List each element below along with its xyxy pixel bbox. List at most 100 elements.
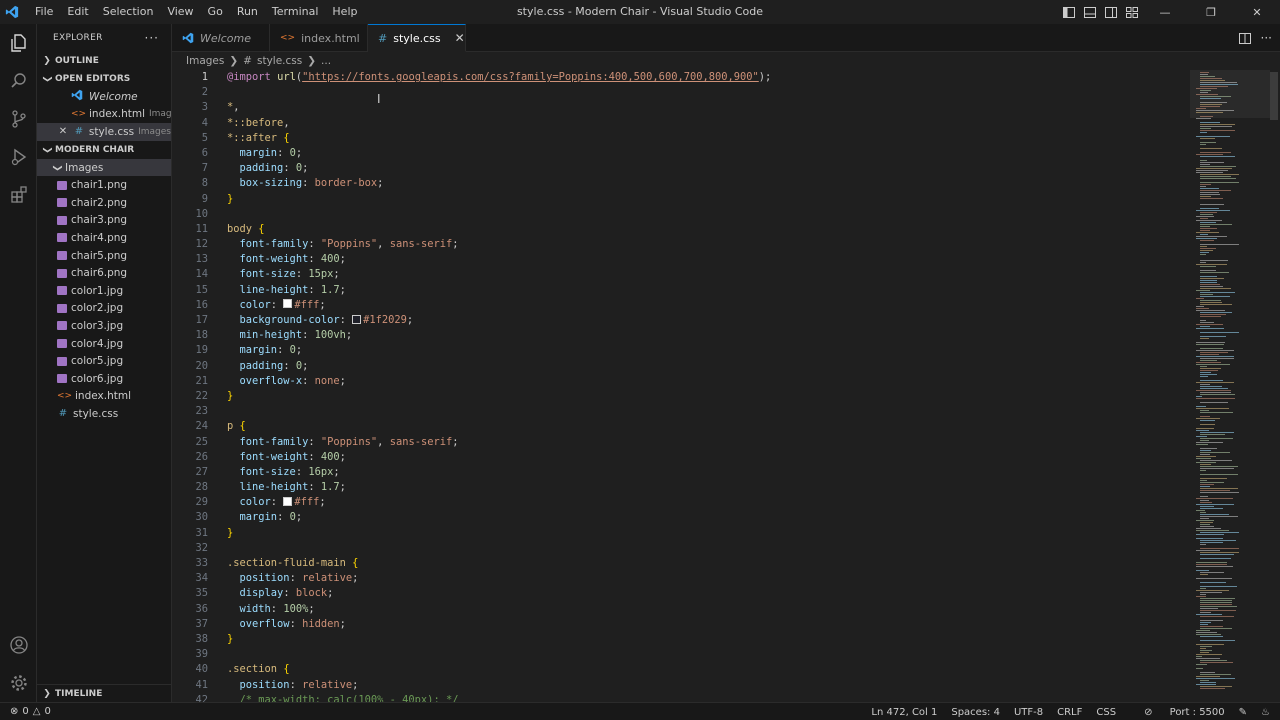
close-icon[interactable]: ✕ [57, 126, 69, 137]
folder-images[interactable]: ❯ Images [37, 158, 171, 177]
image-file-icon [57, 268, 67, 278]
editor-scrollbar[interactable] [1268, 70, 1280, 702]
menu-edit[interactable]: Edit [60, 0, 95, 24]
file-item[interactable]: chair1.png [37, 176, 171, 194]
breadcrumb-folder[interactable]: Images [186, 55, 224, 67]
manage-gear-icon[interactable] [0, 664, 37, 702]
color-swatch[interactable] [283, 496, 293, 506]
code-line: 33 .section-fluid-main { [195, 557, 359, 569]
toggle-primary-sidebar-icon[interactable] [1058, 0, 1079, 24]
live-server-port[interactable]: ⊘ Port : 5500 [1130, 707, 1225, 718]
run-debug-icon[interactable] [0, 138, 37, 176]
file-item[interactable]: color2.jpg [37, 300, 171, 318]
minimize-icon[interactable]: — [1142, 0, 1188, 24]
encoding[interactable]: UTF-8 [1014, 707, 1043, 718]
outline-section[interactable]: ❯ OUTLINE [37, 52, 171, 70]
menu-help[interactable]: Help [325, 0, 364, 24]
toggle-panel-icon[interactable] [1079, 0, 1100, 24]
tab-welcome[interactable]: Welcome [172, 24, 270, 52]
image-file-icon [57, 321, 67, 331]
minimap[interactable] [1190, 70, 1270, 702]
image-file-icon [57, 286, 67, 296]
code-line: 3 *, [201, 101, 240, 114]
project-section[interactable]: ❯ MODERN CHAIR [37, 141, 171, 159]
menu-bar: File Edit Selection View Go Run Terminal… [28, 0, 364, 24]
problems-indicator[interactable]: ⊗ 0 △ 0 [0, 706, 51, 717]
code-line: 39 [195, 648, 208, 661]
css-file-icon: # [243, 55, 252, 67]
cursor-position[interactable]: Ln 472, Col 1 [871, 707, 937, 718]
more-actions-icon[interactable]: ··· [145, 31, 159, 45]
image-file-icon [57, 374, 67, 384]
image-file-icon [57, 251, 67, 261]
project-label: MODERN CHAIR [55, 144, 135, 155]
tab-style-css[interactable]: # style.css ✕ [368, 24, 466, 52]
more-actions-icon[interactable]: ··· [1261, 31, 1272, 45]
toggle-secondary-sidebar-icon[interactable] [1100, 0, 1121, 24]
menu-file[interactable]: File [28, 0, 60, 24]
file-item[interactable]: color1.jpg [37, 282, 171, 300]
timeline-section[interactable]: ❯ TIMELINE [37, 684, 172, 702]
open-editor-label: style.css [88, 125, 135, 138]
open-editor-label: index.html [89, 108, 145, 121]
file-item[interactable]: chair6.png [37, 264, 171, 282]
menu-go[interactable]: Go [201, 0, 230, 24]
customize-layout-icon[interactable] [1121, 0, 1142, 24]
file-item[interactable]: chair5.png [37, 247, 171, 265]
open-editor-index-html[interactable]: <> index.html Images [37, 106, 171, 124]
color-swatch[interactable] [283, 299, 293, 309]
line-endings[interactable]: CRLF [1057, 707, 1082, 718]
restore-icon[interactable]: ❐ [1188, 0, 1234, 24]
chevron-down-icon: ❯ [42, 75, 52, 83]
file-item[interactable]: color4.jpg [37, 335, 171, 353]
file-label: color1.jpg [71, 284, 124, 297]
explorer-icon[interactable] [0, 24, 37, 62]
code-editor[interactable]: 1 @import url("https://fonts.googleapis.c… [172, 70, 1280, 702]
breadcrumb-symbol[interactable]: ... [321, 55, 331, 67]
accounts-status-icon[interactable]: ✎ [1239, 707, 1247, 718]
notifications-bell-icon[interactable]: ♨ [1261, 707, 1270, 718]
open-editor-style-css[interactable]: ✕ # style.css Images [37, 123, 171, 141]
language-mode[interactable]: CSS [1096, 707, 1116, 718]
file-item[interactable]: chair2.png [37, 194, 171, 212]
css-file-icon: # [378, 31, 388, 45]
file-label: chair1.png [71, 179, 128, 192]
tab-index-html[interactable]: <> index.html [270, 24, 368, 52]
source-control-icon[interactable] [0, 100, 37, 138]
file-item[interactable]: # style.css [37, 405, 171, 423]
color-swatch[interactable] [352, 314, 362, 324]
accounts-icon[interactable] [0, 626, 37, 664]
activity-bar-bottom [0, 626, 37, 702]
warning-count: 0 [44, 706, 51, 717]
menu-terminal[interactable]: Terminal [265, 0, 326, 24]
close-icon[interactable]: ✕ [455, 31, 465, 45]
indentation[interactable]: Spaces: 4 [951, 707, 1000, 718]
editor-tabs: Welcome <> index.html # style.css ✕ ··· [172, 24, 1280, 52]
status-bar: ⊗ 0 △ 0 Ln 472, Col 1 Spaces: 4 UTF-8 CR… [0, 702, 1280, 720]
menu-run[interactable]: Run [230, 0, 265, 24]
file-label: chair6.png [71, 267, 128, 280]
code-line: 31} [195, 526, 234, 539]
file-item[interactable]: <> index.html [37, 388, 171, 406]
extensions-icon[interactable] [0, 176, 37, 214]
code-line: 37 overflow: hidden; [195, 617, 346, 630]
text-cursor-icon: I [377, 92, 381, 106]
open-editor-welcome[interactable]: Welcome [37, 88, 171, 106]
close-window-icon[interactable]: ✕ [1234, 0, 1280, 24]
split-editor-icon[interactable] [1238, 32, 1251, 44]
breadcrumb-file[interactable]: style.css [257, 55, 302, 67]
search-icon[interactable] [0, 62, 37, 100]
menu-view[interactable]: View [160, 0, 200, 24]
open-editors-section[interactable]: ❯ OPEN EDITORS [37, 70, 171, 88]
code-line: 27 font-size: 16px; [195, 465, 340, 478]
file-item[interactable]: color3.jpg [37, 317, 171, 335]
file-item[interactable]: color5.jpg [37, 352, 171, 370]
scrollbar-thumb[interactable] [1270, 72, 1278, 120]
file-item[interactable]: chair3.png [37, 212, 171, 230]
code-line: 23 [195, 405, 208, 418]
error-icon: ⊗ [10, 706, 19, 717]
file-item[interactable]: chair4.png [37, 229, 171, 247]
file-item[interactable]: color6.jpg [37, 370, 171, 388]
chevron-right-icon: ❯ [43, 688, 51, 699]
menu-selection[interactable]: Selection [96, 0, 161, 24]
